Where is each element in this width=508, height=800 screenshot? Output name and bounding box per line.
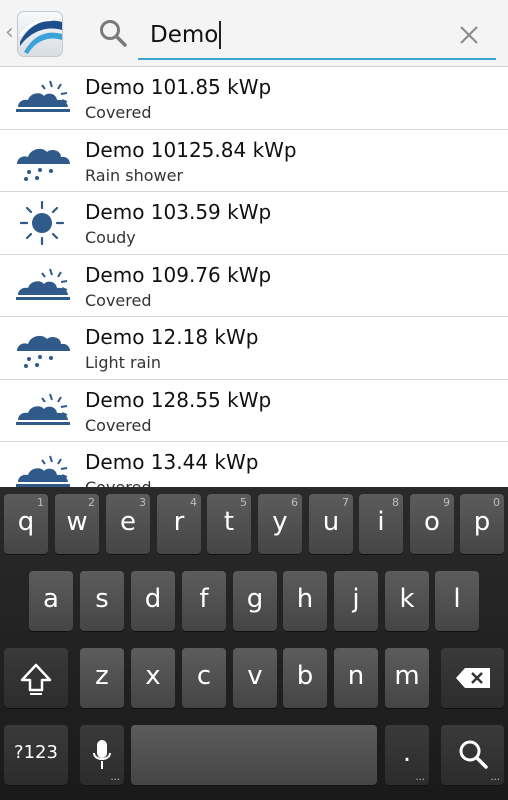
list-item[interactable]: Demo 101.85 kWp Covered [0, 67, 508, 130]
key-t[interactable]: t5 [207, 494, 251, 554]
plant-name: Demo 109.76 kWp [85, 262, 272, 287]
key-e[interactable]: e3 [106, 494, 150, 554]
key-r[interactable]: r4 [157, 494, 201, 554]
clear-icon[interactable] [458, 24, 480, 46]
plant-name: Demo 103.59 kWp [85, 200, 272, 224]
plant-name: Demo 128.55 kWp [85, 387, 272, 412]
soft-keyboard: q1 w2 e3 r4 t5 y6 u7 i8 o9 p0 a s d f g … [0, 487, 508, 800]
key-g[interactable]: g [233, 571, 277, 631]
key-z[interactable]: z [80, 648, 124, 708]
key-m[interactable]: m [385, 648, 429, 708]
plant-name: Demo 101.85 kWp [85, 75, 272, 99]
list-item[interactable]: Demo 103.59 kWp Coudy [0, 192, 508, 255]
key-i[interactable]: i8 [359, 494, 403, 554]
list-item[interactable]: Demo 12.18 kWp Light rain [0, 317, 508, 380]
search-input[interactable]: Demo [138, 12, 496, 60]
covered-cloud-sun-icon [16, 268, 70, 300]
key-b[interactable]: b [283, 648, 327, 708]
period-key[interactable]: .... [385, 725, 429, 785]
plant-name: Demo 12.18 kWp [85, 325, 259, 349]
list-item[interactable]: Demo 128.55 kWp Covered [0, 380, 508, 442]
search-query-text: Demo [150, 21, 222, 49]
key-a[interactable]: a [29, 571, 73, 631]
key-d[interactable]: d [131, 571, 175, 631]
search-key[interactable]: ... [441, 725, 504, 785]
covered-cloud-sun-icon [16, 393, 70, 425]
key-y[interactable]: y6 [258, 494, 302, 554]
key-q[interactable]: q1 [4, 494, 48, 554]
key-n[interactable]: n [334, 648, 378, 708]
search-results-list: Demo 101.85 kWp Covered Demo 10125.84 kW… [0, 67, 508, 487]
search-icon[interactable] [98, 18, 128, 48]
backspace-key[interactable] [441, 648, 504, 708]
weather-status: Covered [85, 478, 152, 487]
key-v[interactable]: v [233, 648, 277, 708]
list-item[interactable]: Demo 109.76 kWp Covered [0, 255, 508, 317]
text-cursor [219, 21, 222, 49]
rain-cloud-icon [17, 335, 70, 368]
weather-status: Covered [85, 103, 152, 122]
plant-name: Demo 13.44 kWp [85, 450, 259, 474]
key-w[interactable]: w2 [55, 494, 99, 554]
shift-icon [20, 663, 52, 695]
weather-status: Rain shower [85, 165, 184, 185]
key-c[interactable]: c [182, 648, 226, 708]
space-key[interactable] [131, 725, 377, 785]
key-k[interactable]: k [385, 571, 429, 631]
covered-cloud-sun-icon [16, 455, 70, 487]
weather-status: Light rain [85, 353, 161, 372]
plant-name: Demo 10125.84 kWp [85, 137, 297, 162]
app-logo-icon[interactable] [17, 11, 63, 57]
key-x[interactable]: x [131, 648, 175, 708]
backspace-icon [456, 668, 490, 688]
weather-status: Coudy [85, 228, 136, 247]
shift-key[interactable] [4, 648, 68, 708]
symbols-key[interactable]: ?123 [4, 725, 68, 785]
rain-cloud-icon [17, 148, 70, 181]
key-j[interactable]: j [334, 571, 378, 631]
key-p[interactable]: p0 [460, 494, 504, 554]
search-icon [459, 740, 488, 769]
key-o[interactable]: o9 [410, 494, 454, 554]
list-item[interactable]: Demo 10125.84 kWp Rain shower [0, 130, 508, 192]
microphone-icon [93, 740, 111, 769]
covered-cloud-sun-icon [16, 80, 70, 112]
key-f[interactable]: f [182, 571, 226, 631]
list-item[interactable]: Demo 13.44 kWp Covered [0, 442, 508, 487]
chevron-left-icon[interactable]: ‹ [5, 21, 14, 45]
key-s[interactable]: s [80, 571, 124, 631]
key-h[interactable]: h [283, 571, 327, 631]
key-u[interactable]: u7 [309, 494, 353, 554]
weather-status: Covered [85, 290, 152, 310]
voice-input-key[interactable]: ... [80, 725, 124, 785]
sun-icon [19, 200, 65, 246]
key-l[interactable]: l [435, 571, 479, 631]
search-action-bar: ‹ Demo [0, 0, 508, 67]
weather-status: Covered [85, 415, 152, 435]
